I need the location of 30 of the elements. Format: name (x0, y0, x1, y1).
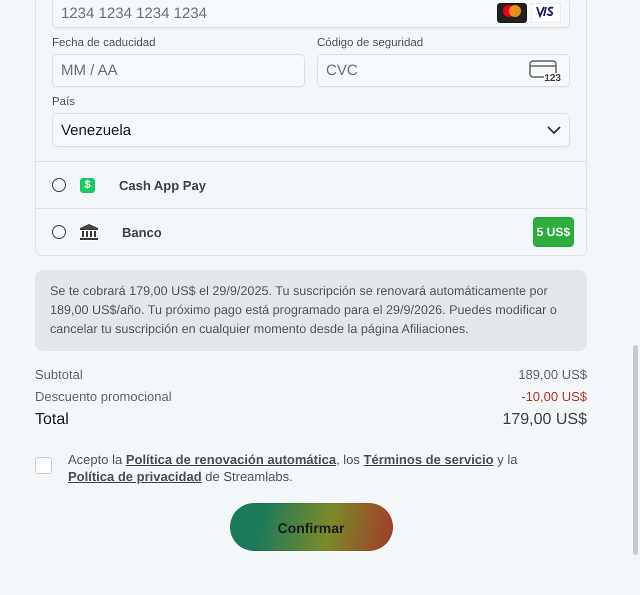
summary-label: Subtotal (35, 367, 83, 382)
policy-link[interactable]: Política de renovación automática (126, 452, 336, 467)
payment-option[interactable]: Banco 5 US$ (36, 208, 586, 255)
card-number-field[interactable]: 1234 1234 1234 1234 (52, 0, 570, 28)
payment-option[interactable]: $ Cash App Pay (36, 161, 586, 208)
visa-card-icon (531, 3, 561, 23)
chevron-down-icon (547, 126, 561, 134)
summary-label: Total (35, 411, 69, 429)
summary-value: 189,00 US$ (518, 367, 587, 382)
field-label: Fecha de caducidad (52, 37, 157, 49)
mastercard-icon (497, 3, 527, 23)
checkbox[interactable] (35, 457, 52, 474)
cash-app-icon: $ (80, 178, 95, 192)
renewal-notice: Se te cobrará 179,00 US$ el 29/9/2025. Tu suscripción se renovará automáticamente por 189,00 US$/año. Tu próximo pago está programado para el 29/9/2026. Puedes modificar o cancelar tu suscripción en cualquier momento desde la página Afiliaciones. (35, 270, 587, 351)
summary-value: -10,00 US$ (521, 389, 587, 404)
field-label: Código de seguridad (317, 37, 424, 49)
summary-value: 179,00 US$ (502, 411, 587, 429)
radio-button[interactable] (52, 225, 66, 239)
price-badge: 5 US$ (532, 217, 574, 247)
field-label: País (52, 96, 76, 108)
confirm-button[interactable]: Confirmar (230, 503, 392, 551)
radio-button[interactable] (52, 178, 66, 192)
policy-link[interactable]: Términos de servicio (364, 452, 494, 467)
cvc-field[interactable]: CVC 123 (317, 54, 570, 87)
country-select[interactable]: Venezuela (52, 113, 570, 147)
summary-label: Descuento promocional (35, 389, 172, 404)
bank-icon (80, 224, 98, 240)
policy-link[interactable]: Política de privacidad (68, 469, 202, 484)
expiry-field[interactable]: MM / AA (52, 54, 305, 87)
consent-text: Acepto la Política de renovación automática, los Términos de servicio y la Política de privacidad de Streamlabs. (68, 451, 518, 485)
